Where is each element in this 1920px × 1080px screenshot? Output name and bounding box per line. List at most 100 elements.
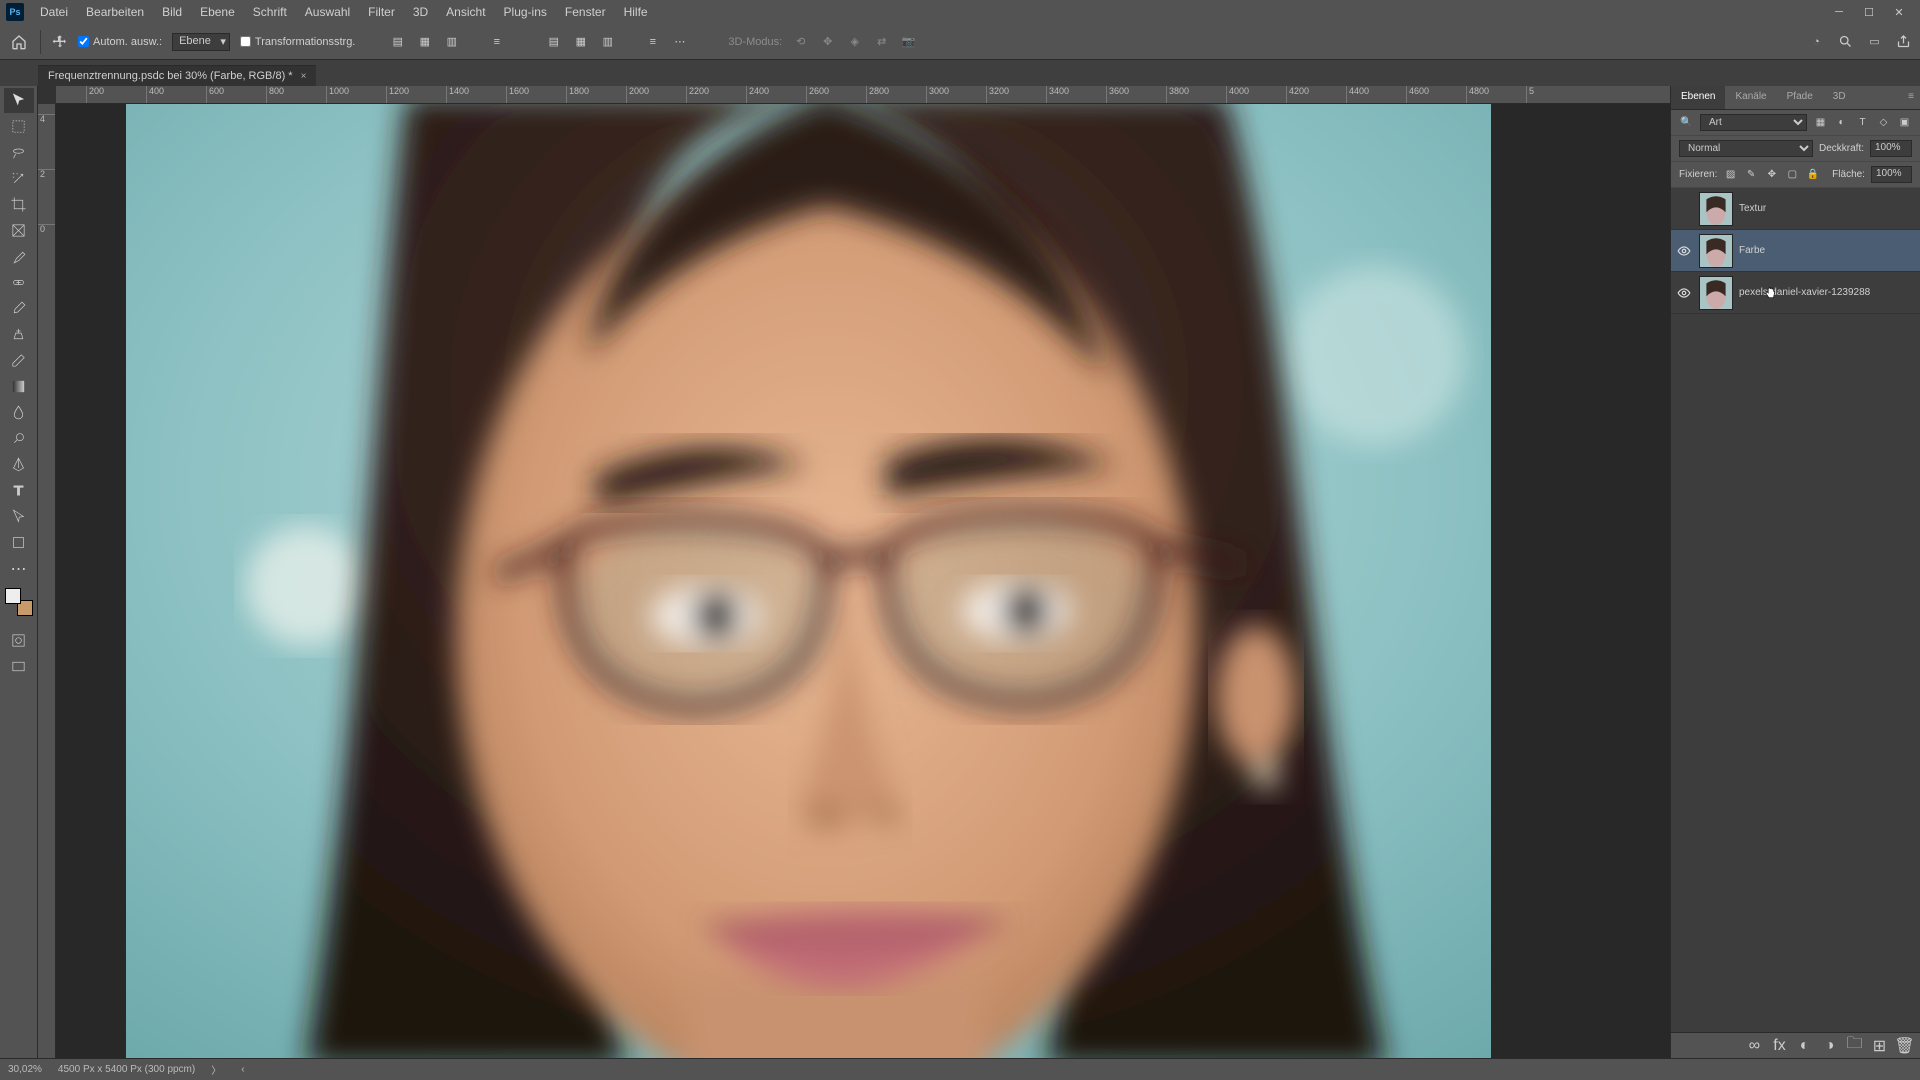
crop-tool[interactable]: [4, 192, 34, 217]
align-right-icon[interactable]: ▥: [443, 33, 460, 50]
menu-item[interactable]: Fenster: [557, 1, 614, 23]
panel-menu-icon[interactable]: ≡: [1902, 86, 1920, 109]
menu-item[interactable]: Schrift: [245, 1, 295, 23]
menu-item[interactable]: Ansicht: [438, 1, 493, 23]
new-layer-icon[interactable]: ⊞: [1872, 1038, 1887, 1053]
magic-wand-tool[interactable]: [4, 166, 34, 191]
type-tool[interactable]: [4, 478, 34, 503]
maximize-button[interactable]: ☐: [1862, 5, 1876, 19]
align-top-icon[interactable]: ▤: [545, 33, 562, 50]
align-center-h-icon[interactable]: ▦: [416, 33, 433, 50]
status-chevron[interactable]: 〉: [211, 1062, 221, 1077]
link-layers-icon[interactable]: ∞: [1747, 1038, 1762, 1053]
move-tool[interactable]: [4, 88, 34, 113]
workspace-icon[interactable]: ▭: [1866, 33, 1883, 50]
opacity-value[interactable]: 100%: [1870, 140, 1912, 157]
visibility-toggle[interactable]: [1675, 242, 1693, 260]
visibility-toggle[interactable]: [1675, 200, 1693, 218]
panel-tab-channels[interactable]: Kanäle: [1725, 86, 1776, 109]
right-panels: Ebenen Kanäle Pfade 3D ≡ 🔍 Art ▦ ◐ T ◇ ▣…: [1670, 86, 1920, 1058]
dodge-tool[interactable]: [4, 426, 34, 451]
clone-stamp-tool[interactable]: [4, 322, 34, 347]
filter-shape-icon[interactable]: ◇: [1876, 115, 1891, 130]
layer-row[interactable]: Textur: [1671, 188, 1920, 230]
more-tools[interactable]: ⋯: [4, 556, 34, 581]
lock-all-icon[interactable]: 🔒: [1806, 167, 1821, 182]
menu-item[interactable]: Bearbeiten: [78, 1, 152, 23]
lock-position-icon[interactable]: ✥: [1764, 167, 1779, 182]
lasso-tool[interactable]: [4, 140, 34, 165]
panel-tab-3d[interactable]: 3D: [1823, 86, 1856, 109]
menu-item[interactable]: 3D: [405, 1, 436, 23]
cloud-docs-icon[interactable]: ◔: [1808, 33, 1825, 50]
eyedropper-tool[interactable]: [4, 244, 34, 269]
layer-mask-icon[interactable]: ◐: [1797, 1038, 1812, 1053]
brush-tool[interactable]: [4, 296, 34, 321]
lock-paint-icon[interactable]: ✎: [1744, 167, 1759, 182]
more-options-icon[interactable]: ⋯: [671, 33, 688, 50]
distribute-icon[interactable]: ≡: [488, 33, 505, 50]
fill-value[interactable]: 100%: [1871, 166, 1912, 183]
search-icon[interactable]: 🔍: [1679, 115, 1694, 130]
layer-fx-icon[interactable]: fx: [1772, 1038, 1787, 1053]
eraser-tool[interactable]: [4, 348, 34, 373]
pen-tool[interactable]: [4, 452, 34, 477]
filter-smart-icon[interactable]: ▣: [1897, 115, 1912, 130]
menu-item[interactable]: Plug-ins: [496, 1, 555, 23]
delete-layer-icon[interactable]: 🗑: [1897, 1038, 1912, 1053]
path-selection-tool[interactable]: [4, 504, 34, 529]
filter-pixel-icon[interactable]: ▦: [1813, 115, 1828, 130]
filter-adjust-icon[interactable]: ◐: [1834, 115, 1849, 130]
distribute-v-icon[interactable]: ≡: [644, 33, 661, 50]
minimize-button[interactable]: ─: [1832, 5, 1846, 19]
align-bottom-icon[interactable]: ▥: [599, 33, 616, 50]
close-button[interactable]: ✕: [1892, 5, 1906, 19]
filter-type-icon[interactable]: T: [1855, 115, 1870, 130]
blur-tool[interactable]: [4, 400, 34, 425]
gradient-tool[interactable]: [4, 374, 34, 399]
layer-name[interactable]: pexels-daniel-xavier-1239288: [1739, 287, 1870, 298]
layer-name[interactable]: Textur: [1739, 203, 1766, 214]
zoom-value[interactable]: 30,02%: [8, 1064, 42, 1075]
blend-mode-select[interactable]: Normal: [1679, 140, 1813, 157]
menu-item[interactable]: Bild: [154, 1, 190, 23]
canvas-wrap: 200 400 600 800 1000 1200 1400 1600 1800…: [38, 86, 1670, 1058]
auto-select-target[interactable]: Ebene ▾: [172, 33, 230, 51]
menu-item[interactable]: Ebene: [192, 1, 243, 23]
screen-mode-tool[interactable]: [4, 654, 34, 679]
foreground-color-swatch[interactable]: [5, 588, 21, 604]
share-icon[interactable]: [1895, 33, 1912, 50]
layer-filter-select[interactable]: Art: [1700, 114, 1807, 131]
visibility-toggle[interactable]: [1675, 284, 1693, 302]
group-layers-icon[interactable]: 🗀: [1847, 1038, 1862, 1053]
panel-tab-paths[interactable]: Pfade: [1777, 86, 1823, 109]
shape-tool[interactable]: [4, 530, 34, 555]
frame-tool[interactable]: [4, 218, 34, 243]
status-bar: 30,02% 4500 Px x 5400 Px (300 ppcm) 〉 ‹: [0, 1058, 1920, 1080]
menu-item[interactable]: Auswahl: [297, 1, 358, 23]
align-middle-icon[interactable]: ▦: [572, 33, 589, 50]
lock-artboard-icon[interactable]: ▢: [1785, 167, 1800, 182]
panel-tab-layers[interactable]: Ebenen: [1671, 86, 1725, 109]
home-button[interactable]: [8, 31, 30, 53]
document-tab[interactable]: Frequenztrennung.psdc bei 30% (Farbe, RG…: [38, 65, 316, 86]
close-tab-icon[interactable]: ×: [301, 71, 307, 82]
layer-row[interactable]: Farbe: [1671, 230, 1920, 272]
transform-controls-checkbox[interactable]: Transformationsstrg.: [240, 36, 355, 48]
lock-transparent-icon[interactable]: ▨: [1723, 167, 1738, 182]
layer-row[interactable]: pexels-daniel-xavier-1239288: [1671, 272, 1920, 314]
auto-select-checkbox[interactable]: Autom. ausw.:: [78, 36, 162, 48]
marquee-tool[interactable]: [4, 114, 34, 139]
doc-dimensions[interactable]: 4500 Px x 5400 Px (300 ppcm): [58, 1064, 195, 1075]
quick-mask-tool[interactable]: [4, 628, 34, 653]
layer-name[interactable]: Farbe: [1739, 245, 1765, 256]
canvas[interactable]: [56, 104, 1670, 1058]
healing-brush-tool[interactable]: [4, 270, 34, 295]
search-icon[interactable]: [1837, 33, 1854, 50]
menu-item[interactable]: Filter: [360, 1, 403, 23]
adjustment-layer-icon[interactable]: ◑: [1822, 1038, 1837, 1053]
menu-item[interactable]: Datei: [32, 1, 76, 23]
color-swatches[interactable]: [5, 588, 33, 616]
align-left-icon[interactable]: ▤: [389, 33, 406, 50]
menu-item[interactable]: Hilfe: [616, 1, 656, 23]
